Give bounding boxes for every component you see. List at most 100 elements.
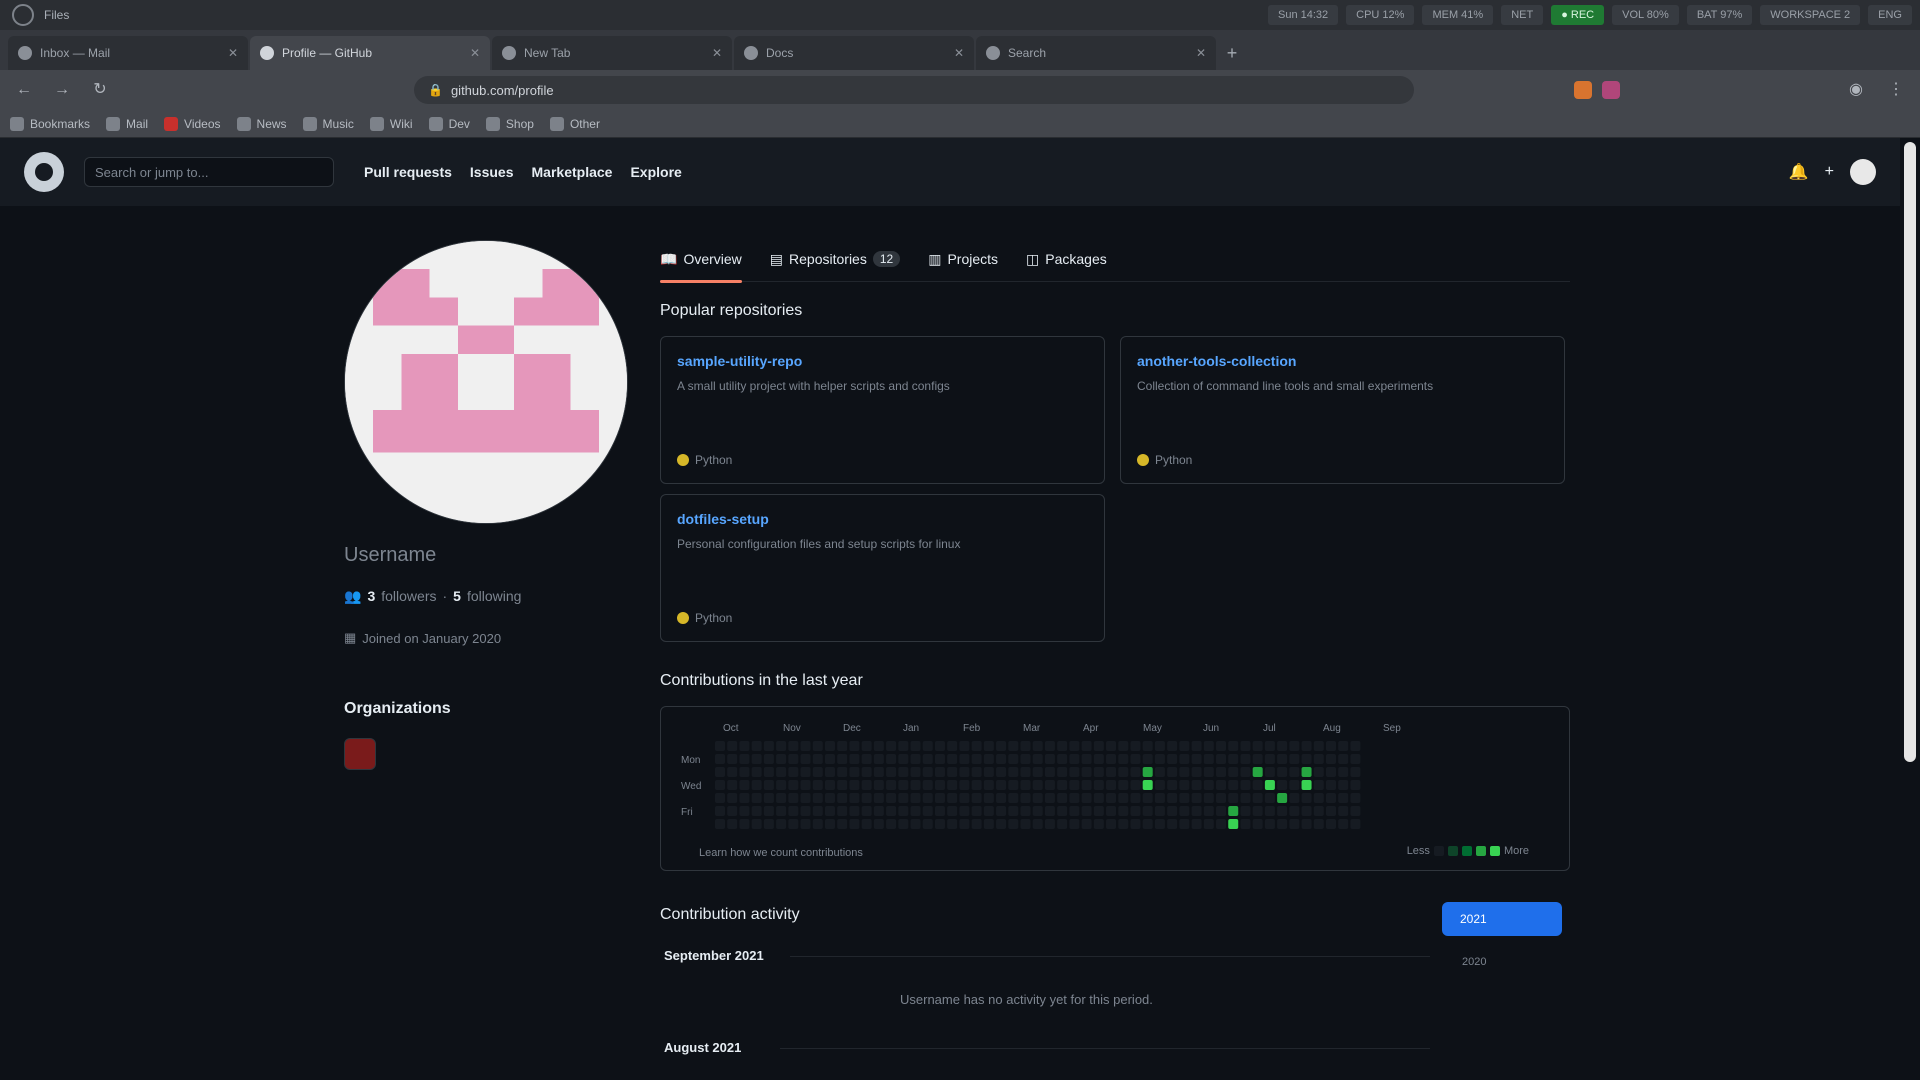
contribution-day-cell[interactable]	[947, 754, 958, 764]
contribution-day-cell[interactable]	[886, 767, 897, 777]
contribution-day-cell[interactable]	[1264, 767, 1275, 777]
contribution-day-cell[interactable]	[1240, 793, 1251, 803]
bookmark-item[interactable]: Wiki	[369, 116, 413, 131]
contribution-day-cell[interactable]	[1350, 819, 1361, 829]
contribution-day-cell[interactable]	[715, 793, 725, 803]
contribution-day-cell[interactable]	[1301, 754, 1312, 764]
contribution-day-cell[interactable]	[1313, 819, 1324, 829]
contribution-day-cell[interactable]	[1130, 754, 1141, 764]
contribution-day-cell[interactable]	[1044, 767, 1055, 777]
contribution-day-cell[interactable]	[1228, 741, 1239, 751]
contribution-day-cell[interactable]	[1032, 819, 1043, 829]
contribution-day-cell[interactable]	[751, 767, 762, 777]
contribution-day-cell[interactable]	[1044, 754, 1055, 764]
contribution-day-cell[interactable]	[996, 754, 1007, 764]
contribution-day-cell[interactable]	[1008, 793, 1019, 803]
contribution-day-cell[interactable]	[1081, 741, 1092, 751]
profile-icon[interactable]: ◉	[1842, 76, 1870, 104]
contribution-day-cell[interactable]	[1252, 806, 1263, 816]
contribution-day-cell[interactable]	[788, 793, 799, 803]
contribution-day-cell[interactable]	[849, 793, 860, 803]
contribution-day-cell[interactable]	[1203, 819, 1214, 829]
contribution-day-cell[interactable]	[861, 780, 872, 790]
contribution-day-cell[interactable]	[1216, 754, 1227, 764]
contribution-day-cell[interactable]	[1264, 754, 1275, 764]
contribution-day-cell[interactable]	[776, 793, 787, 803]
contribution-day-cell[interactable]	[1216, 780, 1227, 790]
contribution-day-cell[interactable]	[898, 767, 909, 777]
contribution-day-cell[interactable]	[898, 806, 909, 816]
contribution-day-cell[interactable]	[1032, 741, 1043, 751]
contribution-day-cell[interactable]	[751, 819, 762, 829]
contribution-day-cell[interactable]	[1264, 819, 1275, 829]
contribution-day-cell[interactable]	[849, 819, 860, 829]
contribution-day-cell[interactable]	[1179, 741, 1190, 751]
contribution-day-cell[interactable]	[898, 819, 909, 829]
contribution-day-cell[interactable]	[873, 754, 884, 764]
contribution-day-cell[interactable]	[1216, 767, 1227, 777]
contribution-day-cell[interactable]	[886, 806, 897, 816]
contribution-day-cell[interactable]	[1044, 741, 1055, 751]
contribution-day-cell[interactable]	[1093, 741, 1104, 751]
contribution-day-cell[interactable]	[1118, 806, 1129, 816]
contribution-day-cell[interactable]	[824, 819, 835, 829]
contribution-day-cell[interactable]	[1154, 806, 1165, 816]
contribution-day-cell[interactable]	[996, 819, 1007, 829]
contribution-day-cell[interactable]	[1338, 806, 1349, 816]
contribution-day-cell[interactable]	[1020, 780, 1031, 790]
contribution-day-cell[interactable]	[983, 780, 994, 790]
contribution-day-cell[interactable]	[947, 819, 958, 829]
contribution-day-cell[interactable]	[971, 819, 982, 829]
contribution-day-cell[interactable]	[800, 793, 811, 803]
bookmark-item[interactable]: Bookmarks	[10, 116, 90, 131]
os-menu-icon[interactable]	[12, 4, 34, 26]
contribution-day-cell[interactable]	[788, 819, 799, 829]
contribution-day-cell[interactable]	[1350, 767, 1361, 777]
contribution-day-cell[interactable]	[934, 793, 945, 803]
os-widget-keyboard[interactable]: ENG	[1868, 5, 1912, 25]
contribution-day-cell[interactable]	[1240, 780, 1251, 790]
contribution-day-cell[interactable]	[1228, 754, 1239, 764]
os-widget-workspace[interactable]: WORKSPACE 2	[1760, 5, 1861, 25]
contribution-day-cell[interactable]	[1167, 767, 1178, 777]
contribution-day-cell[interactable]	[837, 741, 848, 751]
contribution-day-cell[interactable]	[1154, 767, 1165, 777]
contribution-day-cell[interactable]	[1142, 754, 1153, 764]
contribution-day-cell[interactable]	[1313, 793, 1324, 803]
contribution-day-cell[interactable]	[1216, 806, 1227, 816]
contribution-day-cell[interactable]	[1069, 819, 1080, 829]
contribution-day-cell[interactable]	[1289, 819, 1300, 829]
contribution-day-cell[interactable]	[788, 741, 799, 751]
repo-link[interactable]: another-tools-collection	[1137, 353, 1548, 369]
contribution-day-cell[interactable]	[959, 780, 970, 790]
contribution-day-cell[interactable]	[812, 754, 823, 764]
contribution-day-cell[interactable]	[1264, 806, 1275, 816]
contribution-day-cell[interactable]	[1167, 754, 1178, 764]
contribution-day-cell[interactable]	[727, 754, 738, 764]
contribution-day-cell[interactable]	[1289, 806, 1300, 816]
tab-packages[interactable]: ◫ Packages	[1026, 236, 1107, 282]
contribution-day-cell[interactable]	[971, 806, 982, 816]
contribution-day-cell[interactable]	[1216, 741, 1227, 751]
contribution-day-cell[interactable]	[1106, 767, 1117, 777]
contribution-day-cell[interactable]	[1093, 754, 1104, 764]
contribution-day-cell[interactable]	[1020, 741, 1031, 751]
contribution-day-cell[interactable]	[800, 767, 811, 777]
forward-arrow-icon[interactable]: →	[48, 76, 76, 104]
contribution-day-cell[interactable]	[1093, 819, 1104, 829]
contribution-day-cell[interactable]	[1142, 793, 1153, 803]
contribution-day-cell[interactable]	[1240, 754, 1251, 764]
contribution-day-cell[interactable]	[1338, 767, 1349, 777]
contribution-day-cell[interactable]	[983, 806, 994, 816]
contribution-day-cell[interactable]	[1118, 793, 1129, 803]
contribution-day-cell[interactable]	[739, 754, 750, 764]
contribution-day-cell[interactable]	[1154, 754, 1165, 764]
contribution-day-cell[interactable]	[1228, 780, 1239, 790]
contribution-day-cell[interactable]	[1081, 819, 1092, 829]
contribution-day-cell[interactable]	[1326, 754, 1336, 764]
contribution-day-cell[interactable]	[1118, 767, 1129, 777]
contribution-day-cell[interactable]	[1057, 754, 1068, 764]
contribution-day-cell[interactable]	[1203, 741, 1214, 751]
bookmark-item[interactable]: News	[236, 116, 287, 131]
contribution-day-cell[interactable]	[1313, 754, 1324, 764]
